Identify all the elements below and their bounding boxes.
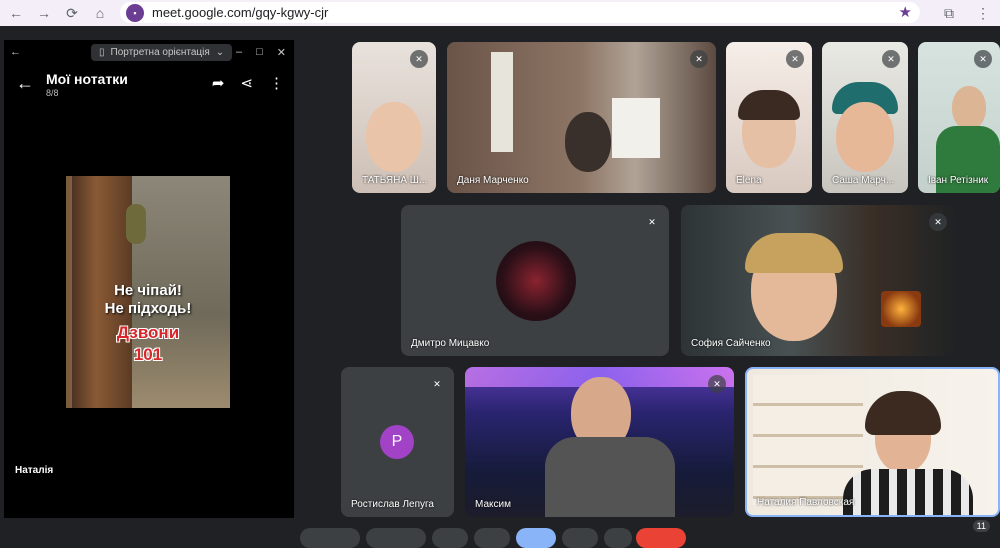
mic-off-icon: ✕ [929, 213, 947, 231]
more-options-button[interactable] [604, 528, 632, 548]
mic-off-icon: ✕ [974, 50, 992, 68]
phone-icon: ▯ [99, 46, 105, 58]
mic-off-icon: ✕ [643, 213, 661, 231]
mic-off-icon: ✕ [882, 50, 900, 68]
forward-share-icon[interactable]: ➦ [212, 74, 225, 92]
mic-off-icon: ✕ [786, 50, 804, 68]
url-text[interactable]: meet.google.com/gqy-kgwy-cjr [152, 5, 328, 20]
participant-name: Наталия Павловская [757, 497, 855, 508]
participant-tile[interactable]: P ✕ Ростислав Лепуга [341, 367, 454, 517]
present-button[interactable] [516, 528, 556, 548]
mic-off-icon: ✕ [690, 50, 708, 68]
poster-line-3: Дзвони [116, 323, 180, 342]
grenade-image [126, 204, 146, 244]
participant-name: Саша Марч... [832, 175, 895, 186]
raise-hand-button[interactable] [562, 528, 598, 548]
window-light [491, 52, 513, 152]
screen-share-panel: ← ▯ Портретна орієнтація ⌄ – □ ✕ ← Мої н… [4, 40, 294, 518]
participant-video [565, 112, 611, 172]
participant-count-badge[interactable]: 11 [972, 520, 990, 532]
share-icon[interactable]: ⋖ [240, 74, 253, 92]
poster-line-4: 101 [133, 345, 163, 364]
hair [745, 233, 843, 273]
reload-button[interactable]: ⟳ [60, 1, 84, 25]
orientation-dropdown[interactable]: ▯ Портретна орієнтація ⌄ [91, 43, 233, 61]
participant-name: София Сайченко [691, 338, 771, 349]
address-bar[interactable]: ▪ meet.google.com/gqy-kgwy-cjr ★ [120, 2, 920, 23]
avatar: P [380, 425, 414, 459]
notes-back-icon[interactable]: ← [16, 73, 34, 94]
participant-name: Ростислав Лепуга [351, 499, 434, 510]
notes-counter: 8/8 [46, 88, 59, 98]
bookmark-star-icon[interactable]: ★ [899, 3, 912, 21]
emoji-button[interactable] [474, 528, 510, 548]
maximize-icon[interactable]: □ [256, 46, 263, 59]
striped-sweater [843, 469, 973, 515]
orientation-label: Портретна орієнтація [110, 46, 210, 58]
hair [738, 90, 800, 120]
participant-name: ТАТЬЯНА Ш... [362, 175, 428, 186]
safety-poster-image: Не чіпай! Не підходь! Дзвони 101 [66, 176, 230, 408]
participant-name: Даня Марченко [457, 175, 529, 186]
poster-call-text: Дзвони 101 [66, 322, 230, 366]
poster-warning-text: Не чіпай! Не підходь! [66, 282, 230, 318]
presenter-name: Наталія [15, 465, 54, 476]
site-info-icon[interactable]: ▪ [126, 3, 144, 22]
notes-header: ← Мої нотатки 8/8 ➦ ⋖ ⋮ [4, 68, 294, 104]
chevron-down-icon: ⌄ [215, 46, 225, 58]
poster-line-1: Не чіпай! [114, 282, 182, 299]
avatar [496, 241, 576, 321]
captions-button[interactable] [432, 528, 468, 548]
window-back-icon[interactable]: ← [10, 46, 21, 58]
close-icon[interactable]: ✕ [277, 46, 286, 59]
hair [865, 391, 941, 435]
poster-line-2: Не підходь! [104, 300, 192, 317]
mic-off-icon: ✕ [410, 50, 428, 68]
grey-hoodie [545, 437, 675, 517]
participant-tile[interactable]: ✕ София Сайченко [681, 205, 955, 356]
participant-tile[interactable]: ✕ Даня Марченко [447, 42, 716, 193]
participant-name: Elena [736, 175, 762, 186]
extensions-icon[interactable]: ⧉ [932, 5, 966, 22]
participant-video [836, 102, 894, 172]
minimize-icon[interactable]: – [236, 46, 242, 59]
camera-button[interactable] [366, 528, 426, 548]
fireplace [881, 291, 921, 327]
home-button[interactable]: ⌂ [88, 1, 112, 25]
browser-menu-icon[interactable]: ⋮ [966, 5, 1000, 22]
leave-call-button[interactable] [636, 528, 686, 548]
participant-name: Максим [475, 499, 511, 510]
participant-video [366, 102, 422, 172]
participant-tile[interactable]: ✕ ТАТЬЯНА Ш... [352, 42, 436, 193]
phone-window-bar: ← ▯ Портретна орієнтація ⌄ – □ ✕ [4, 40, 294, 64]
mic-button[interactable] [300, 528, 360, 548]
participant-tile[interactable]: ✕ Саша Марч... [822, 42, 908, 193]
window-light [612, 98, 660, 158]
back-button[interactable]: ← [4, 1, 28, 25]
mic-off-icon: ✕ [708, 375, 726, 393]
more-options-icon[interactable]: ⋮ [269, 74, 284, 92]
forward-button[interactable]: → [32, 1, 56, 25]
participant-video [952, 86, 986, 130]
browser-toolbar: ← → ⟳ ⌂ ▪ meet.google.com/gqy-kgwy-cjr ★… [0, 0, 1000, 26]
participant-name: Іван Ретізник [928, 175, 989, 186]
meeting-controls [0, 528, 1000, 548]
participant-tile[interactable]: ✕ Іван Ретізник [918, 42, 1000, 193]
participant-tile[interactable]: ✕ Elena [726, 42, 812, 193]
participant-tile[interactable]: ✕ Дмитро Мицавко [401, 205, 669, 356]
participant-tile[interactable]: ✕ Максим [465, 367, 734, 517]
participant-name: Дмитро Мицавко [411, 338, 490, 349]
notes-title: Мої нотатки [46, 71, 128, 87]
participant-tile[interactable]: Наталия Павловская [745, 367, 1000, 517]
mic-off-icon: ✕ [428, 375, 446, 393]
